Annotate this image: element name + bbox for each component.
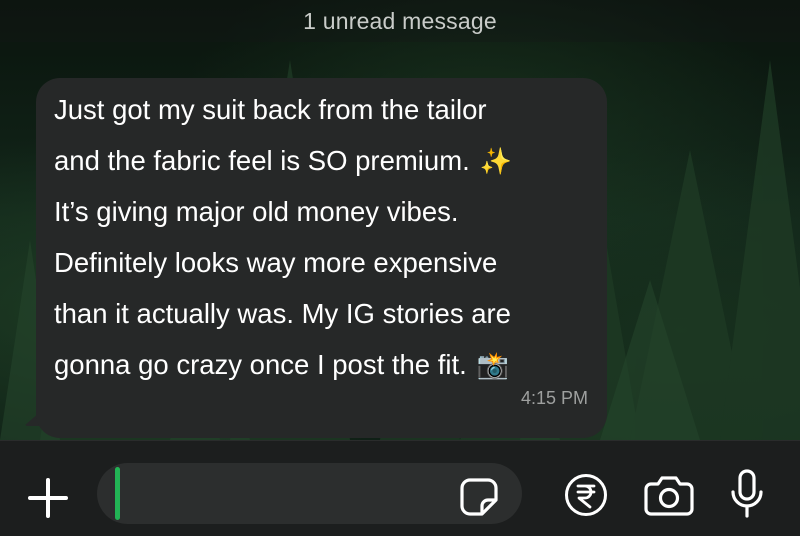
sticker-button[interactable] xyxy=(458,476,500,518)
payment-button[interactable] xyxy=(563,472,609,518)
camera-icon xyxy=(644,476,694,516)
unread-message-text: 1 unread message xyxy=(303,7,497,34)
sparkles-emoji-icon: ✨ xyxy=(479,146,513,176)
message-line: than it actually was. My IG stories are xyxy=(54,298,511,329)
voice-message-button[interactable] xyxy=(727,468,767,520)
message-line: and the fabric feel is SO premium. ✨ xyxy=(54,145,513,176)
message-line: gonna go crazy once I post the fit. 📸 xyxy=(54,349,510,380)
plus-icon xyxy=(28,478,68,518)
microphone-icon xyxy=(731,469,763,518)
message-line: It’s giving major old money vibes. xyxy=(54,196,459,227)
rupee-icon xyxy=(565,474,607,516)
sticker-icon xyxy=(460,478,498,516)
message-timestamp: 4:15 PM xyxy=(520,388,588,408)
message-text: Just got my suit back from the tailor an… xyxy=(54,84,604,390)
camera-button[interactable] xyxy=(643,472,695,518)
attach-plus-button[interactable] xyxy=(26,476,70,520)
camera-flash-emoji-icon: 📸 xyxy=(476,350,510,380)
message-line: Just got my suit back from the tailor xyxy=(54,94,487,125)
message-line: Definitely looks way more expensive xyxy=(54,247,498,278)
unread-message-banner: 1 unread message xyxy=(0,0,800,42)
text-caret xyxy=(115,467,120,520)
